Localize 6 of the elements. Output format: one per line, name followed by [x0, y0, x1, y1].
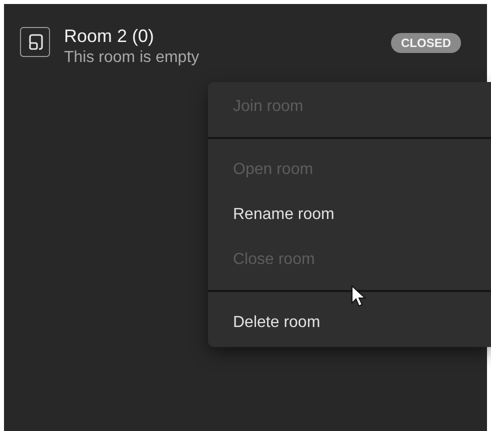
- room-icon: [20, 27, 50, 57]
- status-badge: CLOSED: [390, 33, 461, 53]
- menu-item[interactable]: Delete room: [208, 300, 491, 345]
- menu-item[interactable]: Rename room: [208, 192, 491, 237]
- room-status: This room is empty: [64, 48, 200, 68]
- room-title: Room 2 (0): [64, 25, 156, 48]
